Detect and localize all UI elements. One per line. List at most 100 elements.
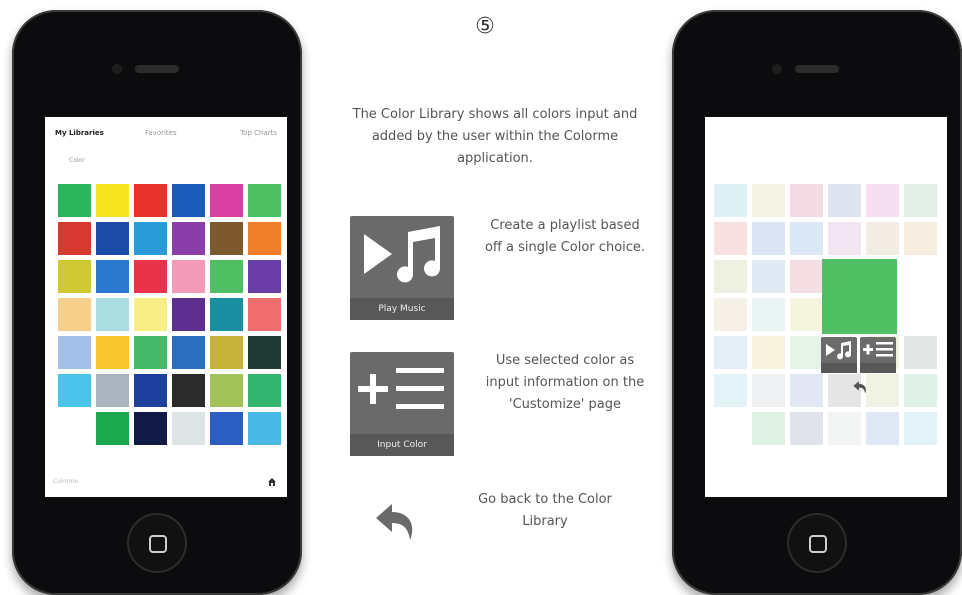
faded-color-swatch[interactable] bbox=[904, 412, 937, 445]
color-swatch[interactable] bbox=[172, 260, 205, 293]
color-swatch[interactable] bbox=[210, 374, 243, 407]
color-swatch[interactable] bbox=[248, 184, 281, 217]
color-swatch[interactable] bbox=[172, 374, 205, 407]
color-swatch[interactable] bbox=[248, 298, 281, 331]
top-charts-tab[interactable]: Top Charts bbox=[240, 129, 277, 137]
add-list-icon bbox=[358, 368, 444, 409]
color-swatch[interactable] bbox=[172, 298, 205, 331]
faded-color-swatch[interactable] bbox=[752, 412, 785, 445]
color-swatch[interactable] bbox=[96, 184, 129, 217]
color-swatch[interactable] bbox=[96, 260, 129, 293]
color-swatch[interactable] bbox=[96, 298, 129, 331]
phone-left: My Libraries Favorites Top Charts Color … bbox=[12, 10, 302, 595]
color-swatch[interactable] bbox=[96, 222, 129, 255]
color-swatch[interactable] bbox=[134, 374, 167, 407]
color-swatch[interactable] bbox=[58, 336, 91, 369]
faded-color-swatch[interactable] bbox=[790, 412, 823, 445]
faded-color-swatch[interactable] bbox=[904, 222, 937, 255]
section-label: Color bbox=[69, 157, 85, 164]
top-bar: My Libraries Favorites Top Charts bbox=[53, 129, 279, 143]
color-swatch[interactable] bbox=[58, 184, 91, 217]
color-swatch[interactable] bbox=[58, 298, 91, 331]
faded-color-swatch[interactable] bbox=[866, 374, 899, 407]
footer-label: Colorme bbox=[53, 478, 79, 485]
faded-color-swatch[interactable] bbox=[714, 374, 747, 407]
color-swatch[interactable] bbox=[172, 412, 205, 445]
faded-color-swatch[interactable] bbox=[790, 374, 823, 407]
color-swatch[interactable] bbox=[172, 184, 205, 217]
faded-color-swatch[interactable] bbox=[752, 222, 785, 255]
faded-color-swatch[interactable] bbox=[828, 412, 861, 445]
color-swatch[interactable] bbox=[58, 374, 91, 407]
phone-right bbox=[672, 10, 962, 595]
faded-color-swatch[interactable] bbox=[828, 184, 861, 217]
color-swatch[interactable] bbox=[210, 222, 243, 255]
color-swatch[interactable] bbox=[134, 222, 167, 255]
speaker bbox=[795, 65, 839, 73]
color-swatch[interactable] bbox=[96, 336, 129, 369]
color-swatch[interactable] bbox=[134, 260, 167, 293]
color-swatch[interactable] bbox=[210, 298, 243, 331]
color-swatch[interactable] bbox=[134, 336, 167, 369]
faded-color-swatch[interactable] bbox=[790, 298, 823, 331]
color-swatch[interactable] bbox=[172, 222, 205, 255]
faded-color-swatch[interactable] bbox=[752, 184, 785, 217]
my-libraries-tab[interactable]: My Libraries bbox=[55, 129, 104, 137]
favorites-tab[interactable]: Favorites bbox=[145, 129, 177, 137]
faded-color-swatch[interactable] bbox=[752, 374, 785, 407]
back-description: Go back to the Color Library bbox=[478, 492, 612, 529]
faded-color-swatch[interactable] bbox=[828, 222, 861, 255]
faded-color-swatch[interactable] bbox=[790, 184, 823, 217]
color-grid bbox=[58, 184, 281, 445]
faded-color-swatch[interactable] bbox=[714, 336, 747, 369]
faded-color-swatch[interactable] bbox=[866, 412, 899, 445]
home-icon[interactable] bbox=[267, 477, 277, 487]
faded-color-swatch[interactable] bbox=[790, 260, 823, 293]
color-swatch[interactable] bbox=[58, 222, 91, 255]
faded-color-swatch[interactable] bbox=[904, 336, 937, 369]
color-swatch[interactable] bbox=[96, 412, 129, 445]
mini-play-music-button[interactable] bbox=[821, 337, 857, 373]
color-swatch[interactable] bbox=[134, 298, 167, 331]
color-swatch[interactable] bbox=[210, 412, 243, 445]
faded-color-swatch[interactable] bbox=[752, 336, 785, 369]
mini-input-color-button[interactable] bbox=[860, 337, 896, 373]
faded-color-swatch[interactable] bbox=[790, 336, 823, 369]
back-arrow-icon[interactable] bbox=[372, 500, 424, 548]
faded-color-swatch bbox=[904, 260, 937, 293]
play-music-label: Play Music bbox=[350, 298, 454, 320]
color-swatch[interactable] bbox=[210, 336, 243, 369]
color-swatch[interactable] bbox=[172, 336, 205, 369]
faded-color-swatch[interactable] bbox=[714, 184, 747, 217]
color-swatch[interactable] bbox=[248, 374, 281, 407]
color-swatch[interactable] bbox=[134, 412, 167, 445]
play-music-button[interactable]: Play Music bbox=[350, 216, 454, 320]
color-swatch[interactable] bbox=[248, 222, 281, 255]
faded-color-swatch[interactable] bbox=[752, 298, 785, 331]
faded-color-swatch[interactable] bbox=[904, 184, 937, 217]
color-swatch bbox=[58, 412, 91, 445]
input-color-button[interactable]: Input Color bbox=[350, 352, 454, 456]
faded-color-swatch[interactable] bbox=[790, 222, 823, 255]
faded-color-swatch[interactable] bbox=[904, 374, 937, 407]
color-swatch[interactable] bbox=[96, 374, 129, 407]
input-color-description: Use selected color as input information … bbox=[485, 353, 645, 412]
color-swatch[interactable] bbox=[58, 260, 91, 293]
home-button[interactable] bbox=[787, 513, 847, 573]
selected-color-swatch bbox=[822, 259, 897, 334]
faded-color-swatch[interactable] bbox=[714, 260, 747, 293]
color-swatch[interactable] bbox=[248, 336, 281, 369]
faded-color-swatch[interactable] bbox=[714, 222, 747, 255]
faded-color-swatch[interactable] bbox=[866, 222, 899, 255]
color-swatch[interactable] bbox=[248, 412, 281, 445]
faded-color-swatch[interactable] bbox=[866, 184, 899, 217]
mini-back-arrow-icon[interactable] bbox=[852, 379, 870, 397]
color-swatch[interactable] bbox=[134, 184, 167, 217]
color-swatch[interactable] bbox=[210, 260, 243, 293]
color-swatch[interactable] bbox=[248, 260, 281, 293]
color-swatch[interactable] bbox=[210, 184, 243, 217]
home-button[interactable] bbox=[127, 513, 187, 573]
faded-color-swatch bbox=[904, 298, 937, 331]
faded-color-swatch[interactable] bbox=[714, 298, 747, 331]
faded-color-swatch[interactable] bbox=[752, 260, 785, 293]
